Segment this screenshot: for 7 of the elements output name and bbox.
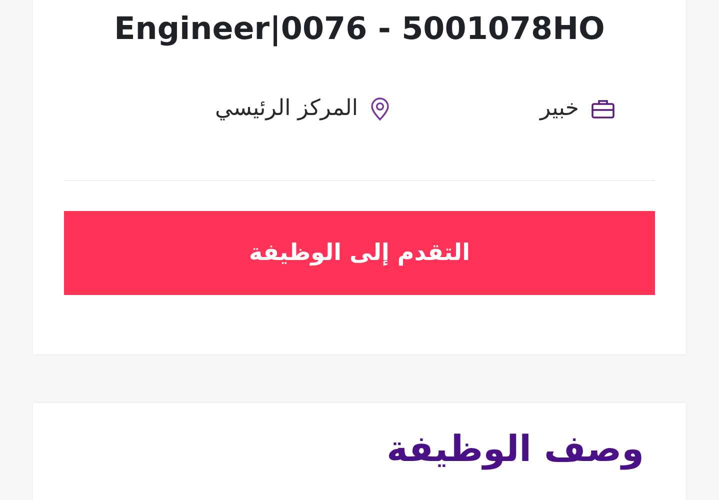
apply-button[interactable]: التقدم إلى الوظيفة <box>64 211 655 295</box>
section-heading: وصف الوظيفة <box>386 429 644 470</box>
location-pin-icon <box>370 96 390 120</box>
meta-text: خبير <box>540 96 579 121</box>
briefcase-icon <box>591 98 615 118</box>
meta-text: المركز الرئيسي <box>215 96 358 121</box>
job-title: Engineer|0076 - 5001078HO <box>113 10 606 49</box>
